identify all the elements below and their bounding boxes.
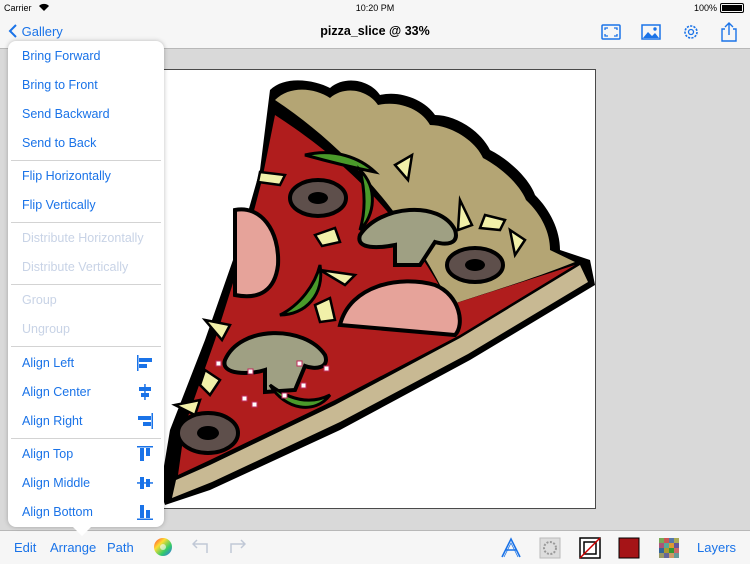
send-backward-item[interactable]: Send Backward bbox=[22, 107, 110, 121]
ungroup-item: Ungroup bbox=[22, 322, 70, 336]
align-top-item[interactable]: Align Top bbox=[22, 447, 73, 461]
align-left-icon bbox=[136, 354, 154, 377]
align-left-item[interactable]: Align Left bbox=[22, 356, 74, 370]
edit-button[interactable]: Edit bbox=[14, 540, 36, 555]
align-bottom-icon bbox=[136, 503, 154, 526]
flip-horizontally-item[interactable]: Flip Horizontally bbox=[22, 169, 111, 183]
redo-icon[interactable] bbox=[228, 537, 247, 560]
battery-percent: 100% bbox=[693, 3, 717, 13]
align-middle-icon bbox=[136, 474, 154, 497]
menu-divider bbox=[11, 284, 161, 285]
color-wheel-icon[interactable] bbox=[153, 537, 173, 562]
arrange-popover: Bring Forward Bring to Front Send Backwa… bbox=[8, 41, 164, 536]
status-bar: Carrier 10:20 PM 100% bbox=[0, 0, 750, 16]
distribute-horizontally-item: Distribute Horizontally bbox=[22, 231, 144, 245]
clock: 10:20 PM bbox=[355, 3, 395, 13]
arrange-button[interactable]: Arrange bbox=[50, 540, 96, 555]
pizza-slice-artwork[interactable] bbox=[150, 70, 600, 510]
share-icon[interactable] bbox=[718, 22, 740, 42]
battery-icon bbox=[720, 3, 744, 13]
bring-forward-item[interactable]: Bring Forward bbox=[22, 49, 101, 63]
align-middle-item[interactable]: Align Middle bbox=[22, 476, 90, 490]
stroke-icon[interactable] bbox=[579, 537, 601, 564]
shadow-icon[interactable] bbox=[539, 537, 561, 564]
fullscreen-icon[interactable] bbox=[600, 22, 622, 42]
bring-to-front-item[interactable]: Bring to Front bbox=[22, 78, 98, 92]
align-right-item[interactable]: Align Right bbox=[22, 414, 82, 428]
settings-gear-icon[interactable] bbox=[680, 22, 702, 42]
align-center-item[interactable]: Align Center bbox=[22, 385, 91, 399]
pattern-icon[interactable] bbox=[658, 537, 680, 564]
undo-icon[interactable] bbox=[191, 537, 210, 560]
image-icon[interactable] bbox=[640, 22, 662, 42]
fill-swatch-icon[interactable] bbox=[618, 537, 640, 564]
align-bottom-item[interactable]: Align Bottom bbox=[22, 505, 93, 519]
menu-divider bbox=[11, 222, 161, 223]
send-to-back-item[interactable]: Send to Back bbox=[22, 136, 96, 150]
align-center-icon bbox=[136, 383, 154, 406]
popover-arrow bbox=[72, 526, 92, 536]
menu-divider bbox=[11, 160, 161, 161]
layers-button[interactable]: Layers bbox=[697, 540, 736, 555]
page-title: pizza_slice @ 33% bbox=[320, 24, 430, 38]
align-top-icon bbox=[136, 445, 154, 468]
text-tool-icon[interactable] bbox=[500, 537, 522, 564]
group-item: Group bbox=[22, 293, 57, 307]
flip-vertically-item[interactable]: Flip Vertically bbox=[22, 198, 96, 212]
align-right-icon bbox=[136, 412, 154, 435]
path-button[interactable]: Path bbox=[107, 540, 134, 555]
bottom-toolbar: Edit Arrange Path Layers bbox=[0, 530, 750, 564]
menu-divider bbox=[11, 438, 161, 439]
distribute-vertically-item: Distribute Vertically bbox=[22, 260, 129, 274]
menu-divider bbox=[11, 346, 161, 347]
